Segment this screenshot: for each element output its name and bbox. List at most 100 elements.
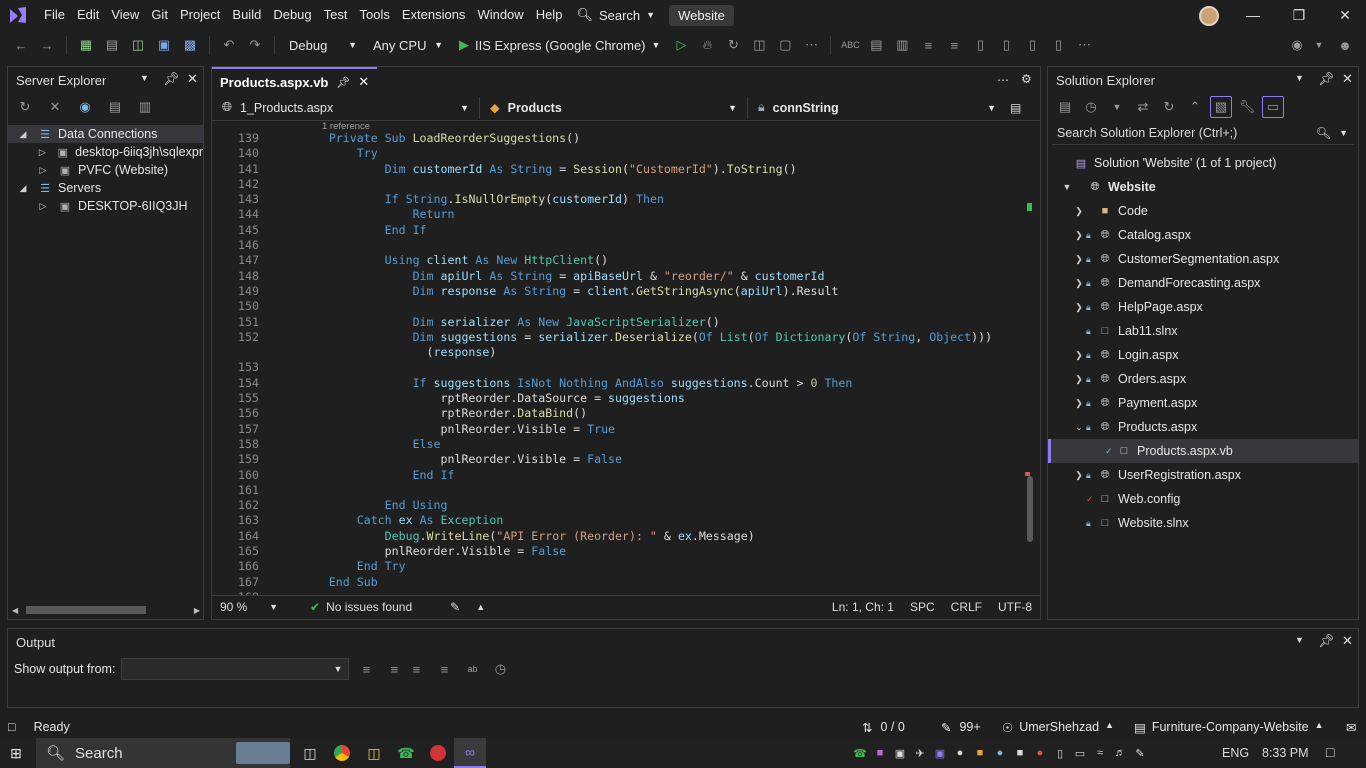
platform-select[interactable]: Any CPU ▼ <box>367 34 449 56</box>
chevron-down-icon[interactable]: ◢ <box>16 129 30 140</box>
taskbar-search[interactable]: 🔍︎ Search <box>36 738 290 768</box>
maximize-button[interactable]: ❐ <box>1276 0 1322 30</box>
indent-icon[interactable]: ≡ <box>917 34 939 56</box>
menu-debug[interactable]: Debug <box>267 0 317 30</box>
next-message-icon[interactable]: ≡ <box>405 658 427 680</box>
show-all-files-icon[interactable]: ▧ <box>1210 96 1232 118</box>
clear-bookmarks-icon[interactable]: ▯ <box>1047 34 1069 56</box>
vertical-scrollbar[interactable] <box>1024 121 1036 595</box>
refresh-icon[interactable]: ↻ <box>14 96 36 118</box>
windows-start-icon[interactable]: ⊞ <box>0 738 32 768</box>
solution-tree-item[interactable]: ❯ ■ Code <box>1048 199 1358 223</box>
window-layout-icon[interactable]: ▢ <box>774 34 796 56</box>
pin-icon[interactable]: 📌︎ <box>1318 71 1335 87</box>
chevron-down-icon[interactable]: ▼ <box>1295 635 1304 645</box>
solution-tree-item[interactable]: ❯ 🔒︎ 🌐︎ Orders.aspx <box>1048 367 1358 391</box>
project-node[interactable]: ▼ 🌐︎ Website <box>1048 175 1358 199</box>
epic-tray-icon[interactable]: ▣ <box>890 738 910 768</box>
solution-tree-item[interactable]: ❯ 🔒︎ 🌐︎ Catalog.aspx <box>1048 223 1358 247</box>
pen-icon[interactable]: ✎ <box>1130 738 1150 768</box>
whitespace-indicator[interactable]: SPC <box>902 600 943 614</box>
forward-icon[interactable]: → <box>36 34 58 56</box>
find-message-icon[interactable]: ≡ <box>355 658 377 680</box>
undo-icon[interactable]: ↶ <box>218 34 240 56</box>
server-tree-item[interactable]: ◢ ☰ Servers <box>8 179 203 197</box>
menu-file[interactable]: File <box>38 0 71 30</box>
refresh-icon[interactable]: ↻ <box>1158 96 1180 118</box>
chevron-right-icon[interactable]: ❯ <box>1072 350 1086 361</box>
chevron-right-icon[interactable]: ❯ <box>1072 230 1086 241</box>
new-project-icon[interactable]: ▦ <box>75 34 97 56</box>
sharepoint-icon[interactable]: ▥ <box>134 96 156 118</box>
code-line[interactable]: 156 rptReorder.DataBind() <box>212 406 992 421</box>
code-line[interactable]: 159 pnlReorder.Visible = False <box>212 452 992 467</box>
uncomment-icon[interactable]: ▥ <box>891 34 913 56</box>
account-icon[interactable]: ☻ <box>1334 34 1356 56</box>
chevron-up-icon[interactable]: ▲ <box>468 602 493 612</box>
tab-products-aspx-vb[interactable]: Products.aspx.vb 📌︎ ✕ <box>212 67 378 95</box>
start-without-debugging-icon[interactable]: ▷ <box>670 34 692 56</box>
more-icon[interactable]: ⋯ <box>800 34 822 56</box>
chevron-right-icon[interactable]: ▷ <box>36 165 50 176</box>
solution-tree-item[interactable]: ❯ 🔒︎ 🌐︎ UserRegistration.aspx <box>1048 463 1358 487</box>
connect-server-icon[interactable]: ▤ <box>104 96 126 118</box>
close-icon[interactable]: ✕ <box>187 71 198 87</box>
server-tree-item[interactable]: ▷ ▣ DESKTOP-6IIQ3JH <box>8 197 203 215</box>
code-line[interactable]: 151 Dim serializer As New JavaScriptSeri… <box>212 315 992 330</box>
code-line[interactable]: 168 <box>212 590 992 595</box>
clock-icon[interactable]: ◷ <box>489 658 511 680</box>
whatsapp-tray-icon[interactable]: ☎ <box>850 738 870 768</box>
code-line[interactable]: 141 Dim customerId As String = Session("… <box>212 162 992 177</box>
code-line[interactable]: 144 Return <box>212 207 992 222</box>
open-folder-icon[interactable]: ◫ <box>127 34 149 56</box>
code-line[interactable]: 139 Private Sub LoadReorderSuggestions() <box>212 131 992 146</box>
code-line[interactable]: 148 Dim apiUrl As String = apiBaseUrl & … <box>212 269 992 284</box>
phone-link-tray-icon[interactable]: ▯ <box>1050 738 1070 768</box>
task-view-icon[interactable]: ◫ <box>294 738 326 768</box>
solution-tree-item[interactable]: 🔒︎ □ Website.slnx <box>1048 511 1358 535</box>
security-tray-icon[interactable]: ■ <box>1010 738 1030 768</box>
server-tree-item[interactable]: ◢ ☰ Data Connections <box>8 125 203 143</box>
solution-node[interactable]: ▤ Solution 'Website' (1 of 1 project) <box>1048 151 1358 175</box>
chevron-down-icon[interactable]: ▼ <box>1106 96 1128 118</box>
browse-folder-icon[interactable]: ◫ <box>748 34 770 56</box>
volume-icon[interactable]: ♬ <box>1110 738 1130 768</box>
comment-icon[interactable]: ▤ <box>865 34 887 56</box>
code-line[interactable]: 140 Try <box>212 146 992 161</box>
connect-database-icon[interactable]: ◉ <box>74 96 96 118</box>
code-line[interactable]: 146 <box>212 238 992 253</box>
hot-reload-icon[interactable]: 🔥︎ <box>696 34 718 56</box>
code-line[interactable]: 154 If suggestions IsNot Nothing AndAlso… <box>212 376 992 391</box>
outdent-icon[interactable]: ≡ <box>943 34 965 56</box>
chrome-icon[interactable] <box>326 738 358 768</box>
code-line[interactable]: 150 <box>212 299 992 314</box>
close-icon[interactable]: ✕ <box>1342 633 1353 649</box>
menu-test[interactable]: Test <box>318 0 354 30</box>
output-source-select[interactable]: ▼ <box>121 658 350 680</box>
solution-tree-item[interactable]: ❯ 🔒︎ 🌐︎ Payment.aspx <box>1048 391 1358 415</box>
search-menu[interactable]: 🔍︎ Search ▼ <box>568 7 663 23</box>
more-tabs-icon[interactable]: ⋯ <box>997 73 1009 87</box>
settings-icon[interactable]: ⚙ <box>1021 72 1032 86</box>
history-icon[interactable]: ◷ <box>1080 96 1102 118</box>
whatsapp-icon[interactable]: ☎ <box>390 738 422 768</box>
switch-views-icon[interactable]: ▤ <box>1054 96 1076 118</box>
code-line[interactable]: 149 Dim response As String = client.GetS… <box>212 284 992 299</box>
code-line[interactable]: 155 rptReorder.DataSource = suggestions <box>212 391 992 406</box>
new-file-icon[interactable]: ▤ <box>101 34 123 56</box>
member-dropdown[interactable]: 🔒︎ connString ▼ <box>748 97 1006 119</box>
code-line[interactable]: 161 <box>212 483 992 498</box>
code-line[interactable]: 153 <box>212 360 992 375</box>
menu-extensions[interactable]: Extensions <box>396 0 472 30</box>
solution-search[interactable]: Search Solution Explorer (Ctrl+;) 🔍︎ ▼ <box>1052 121 1354 145</box>
solution-name-badge[interactable]: Website <box>669 4 734 26</box>
notification-center-icon[interactable]: □ <box>1326 744 1334 760</box>
menu-help[interactable]: Help <box>530 0 569 30</box>
solution-tree-item[interactable]: ⌄ 🔒︎ 🌐︎ Products.aspx <box>1048 415 1358 439</box>
notification-count-tray-icon[interactable]: ● <box>1030 738 1050 768</box>
code-line[interactable]: 166 End Try <box>212 559 992 574</box>
airplane-tray-icon[interactable]: ✈ <box>910 738 930 768</box>
solution-tree-item[interactable]: ❯ 🔒︎ 🌐︎ DemandForecasting.aspx <box>1048 271 1358 295</box>
issues-indicator[interactable]: ✔ No issues found <box>302 600 420 614</box>
code-area[interactable]: 1 reference 139 Private Sub LoadReorderS… <box>212 121 1040 595</box>
